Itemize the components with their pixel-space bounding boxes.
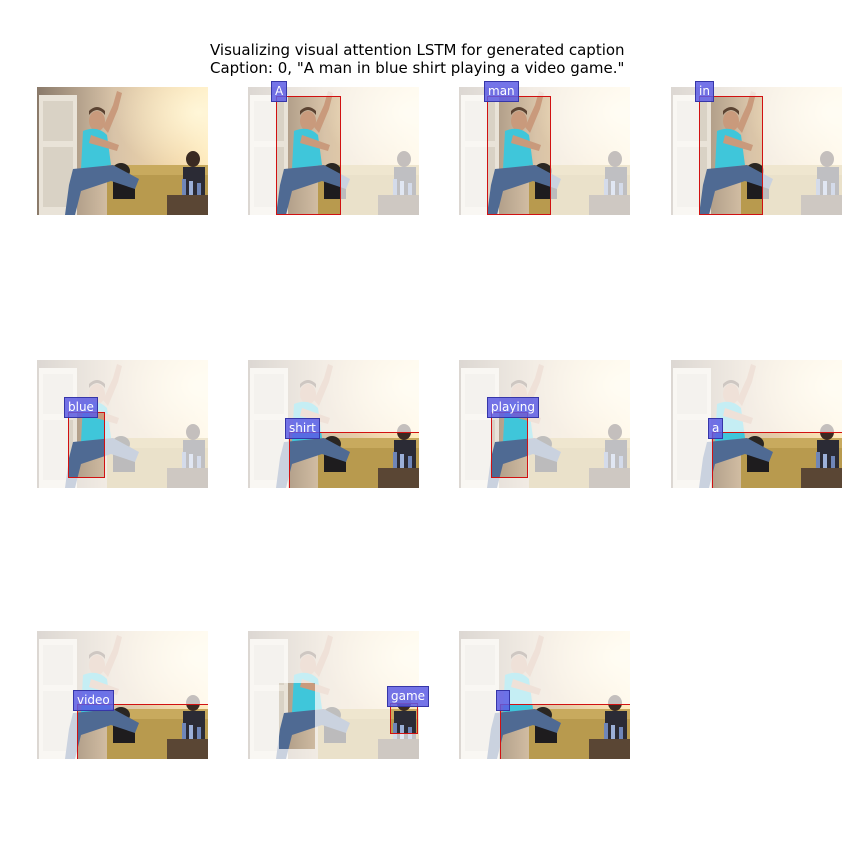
word-label: blue: [64, 397, 98, 418]
attention-panel-word-7: [671, 360, 842, 488]
title-line-1: Visualizing visual attention LSTM for ge…: [210, 41, 625, 59]
word-label: in: [695, 81, 714, 102]
attention-panel-word-6: [459, 360, 630, 488]
attention-box: [77, 704, 208, 759]
word-label: [496, 690, 510, 711]
attention-panel-word-3: [671, 87, 842, 215]
title-line-2: Caption: 0, "A man in blue shirt playing…: [210, 59, 625, 77]
attention-box: [289, 432, 419, 488]
attention-box: [699, 96, 763, 215]
word-label: playing: [487, 397, 539, 418]
attention-panel-word-2: [459, 87, 630, 215]
attention-box: [390, 703, 418, 734]
attention-panel-word-1: [248, 87, 419, 215]
scene-photo: [37, 87, 208, 215]
attention-wash: [37, 360, 208, 488]
word-label: game: [387, 686, 430, 707]
word-label: video: [73, 690, 114, 711]
figure-title: Visualizing visual attention LSTM for ge…: [210, 41, 625, 77]
scene-photo-focus: [279, 683, 315, 749]
attention-box: [276, 96, 341, 215]
word-label: man: [484, 81, 519, 102]
attention-box: [500, 704, 630, 759]
attention-panel-word-8: [37, 631, 208, 759]
attention-focus-secondary: [279, 683, 315, 749]
word-label: a: [708, 418, 724, 439]
attention-panel-word-10: [459, 631, 630, 759]
attention-panel-word-5: [248, 360, 419, 488]
attention-box: [68, 412, 105, 478]
attention-box: [712, 432, 842, 488]
attention-wash: [459, 360, 630, 488]
attention-panel-word-4: [37, 360, 208, 488]
attention-box: [487, 96, 551, 215]
attention-box: [491, 412, 528, 478]
word-label: A: [271, 81, 288, 102]
attention-panel-original: [37, 87, 208, 215]
word-label: shirt: [285, 418, 320, 439]
